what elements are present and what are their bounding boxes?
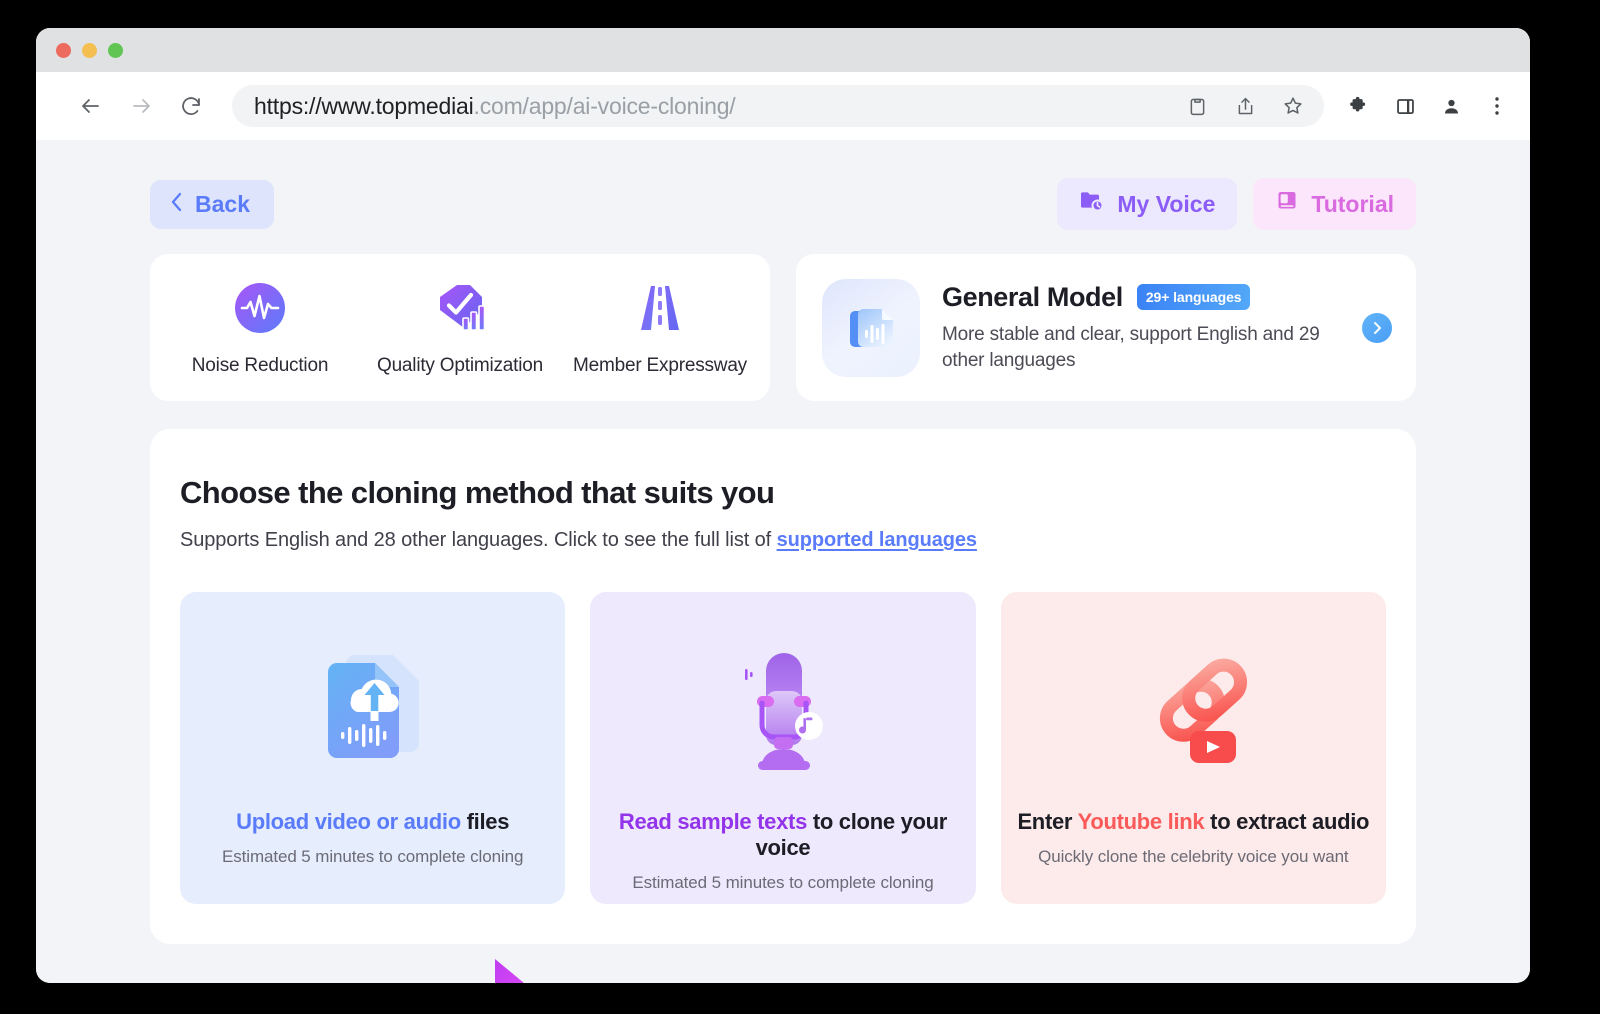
general-model-title: General Model xyxy=(942,281,1123,312)
window-maximize-button[interactable] xyxy=(108,42,123,58)
reload-icon[interactable] xyxy=(174,89,208,123)
header-actions: My Voice Tutorial xyxy=(1057,178,1416,230)
waveform-circle-icon xyxy=(232,280,288,341)
extensions-puzzle-icon[interactable] xyxy=(1346,93,1372,119)
page-title: Choose the cloning method that suits you xyxy=(180,475,775,510)
forward-arrow-icon[interactable] xyxy=(124,89,158,123)
method-cards-row: Upload video or audio files Estimated 5 … xyxy=(180,592,1386,904)
method-description: Quickly clone the celebrity voice you wa… xyxy=(1038,847,1349,866)
page-content: Back My Voice Tutorial Noise Reduction Q… xyxy=(36,140,1530,983)
method-title: Enter Youtube link to extract audio xyxy=(1017,809,1369,835)
method-card-upload[interactable]: Upload video or audio files Estimated 5 … xyxy=(180,592,566,904)
method-title-rest: to extract audio xyxy=(1204,809,1370,834)
window-close-button[interactable] xyxy=(56,42,71,58)
back-button-label: Back xyxy=(195,190,250,217)
back-arrow-icon[interactable] xyxy=(74,89,108,123)
quality-check-gem-icon xyxy=(431,280,489,341)
tutorial-button[interactable]: Tutorial xyxy=(1253,178,1416,230)
back-button[interactable]: Back xyxy=(150,179,274,229)
address-bar[interactable]: https://www.topmediai.com/app/ai-voice-c… xyxy=(232,85,1324,127)
page-subtitle-text: Supports English and 28 other languages.… xyxy=(180,529,777,551)
method-card-youtube-link[interactable]: Enter Youtube link to extract audio Quic… xyxy=(1000,592,1386,904)
general-model-card[interactable]: General Model 29+ languages More stable … xyxy=(796,254,1416,401)
top-cards-row: Noise Reduction Quality Optimization Mem… xyxy=(150,254,1416,401)
tutorial-label: Tutorial xyxy=(1311,190,1394,217)
profile-avatar-icon[interactable] xyxy=(1438,93,1464,119)
window-titlebar xyxy=(36,28,1530,72)
more-menu-icon[interactable] xyxy=(1484,93,1510,119)
mouse-cursor xyxy=(491,957,535,983)
feature-label: Quality Optimization xyxy=(376,355,543,376)
browser-window: https://www.topmediai.com/app/ai-voice-c… xyxy=(36,28,1530,983)
browser-toolbar: https://www.topmediai.com/app/ai-voice-c… xyxy=(36,72,1530,140)
microphone-icon xyxy=(718,630,848,795)
audio-document-icon xyxy=(822,278,920,377)
road-expressway-icon xyxy=(633,280,687,341)
general-model-title-row: General Model 29+ languages xyxy=(942,282,1390,313)
omnibox-action-icons xyxy=(1184,93,1306,119)
method-title-accent: Upload video or audio xyxy=(236,809,461,834)
youtube-link-icon xyxy=(1128,630,1258,795)
clipboard-icon[interactable] xyxy=(1184,93,1210,119)
method-description: Estimated 5 minutes to complete cloning xyxy=(632,873,934,892)
url-path: .com/app/ai-voice-cloning/ xyxy=(473,92,736,119)
cloning-methods-panel: Choose the cloning method that suits you… xyxy=(150,429,1416,944)
chevron-left-icon xyxy=(170,192,183,216)
method-title-rest: files xyxy=(460,809,510,834)
chevron-right-icon[interactable] xyxy=(1362,312,1392,343)
my-voice-button[interactable]: My Voice xyxy=(1057,178,1238,230)
bookmark-star-icon[interactable] xyxy=(1280,93,1306,119)
browser-action-icons xyxy=(1346,93,1510,119)
general-model-description: More stable and clear, support English a… xyxy=(942,323,1320,371)
general-model-texts: General Model 29+ languages More stable … xyxy=(942,282,1390,373)
method-title: Upload video or audio files xyxy=(236,809,509,835)
method-title-pre: Enter xyxy=(1017,809,1078,834)
method-title: Read sample texts to clone your voice xyxy=(590,809,975,861)
languages-badge: 29+ languages xyxy=(1136,284,1251,311)
share-icon[interactable] xyxy=(1232,93,1258,119)
supported-languages-link[interactable]: supported languages xyxy=(777,529,977,551)
window-minimize-button[interactable] xyxy=(82,42,97,58)
folder-clock-icon xyxy=(1079,189,1105,219)
url-domain: https://www.topmediai xyxy=(254,92,474,119)
feature-member-expressway: Member Expressway xyxy=(565,280,755,377)
method-card-read-sample-texts[interactable]: Read sample texts to clone your voice Es… xyxy=(590,592,976,904)
side-panel-icon[interactable] xyxy=(1392,93,1418,119)
page-subtitle: Supports English and 28 other languages.… xyxy=(180,529,1386,552)
feature-label: Noise Reduction xyxy=(191,355,329,376)
method-title-accent: Youtube link xyxy=(1077,809,1205,834)
url-text: https://www.topmediai.com/app/ai-voice-c… xyxy=(254,93,736,120)
book-icon xyxy=(1275,189,1299,219)
my-voice-label: My Voice xyxy=(1117,190,1216,217)
app-header: Back My Voice Tutorial xyxy=(150,140,1416,230)
method-title-accent: Read sample texts xyxy=(618,809,808,834)
method-description: Estimated 5 minutes to complete cloning xyxy=(222,847,524,866)
cloud-upload-document-icon xyxy=(309,630,437,795)
features-card: Noise Reduction Quality Optimization Mem… xyxy=(150,254,770,401)
feature-noise-reduction: Noise Reduction xyxy=(165,280,355,377)
feature-label: Member Expressway xyxy=(573,355,747,376)
feature-quality-optimization: Quality Optimization xyxy=(365,280,555,377)
